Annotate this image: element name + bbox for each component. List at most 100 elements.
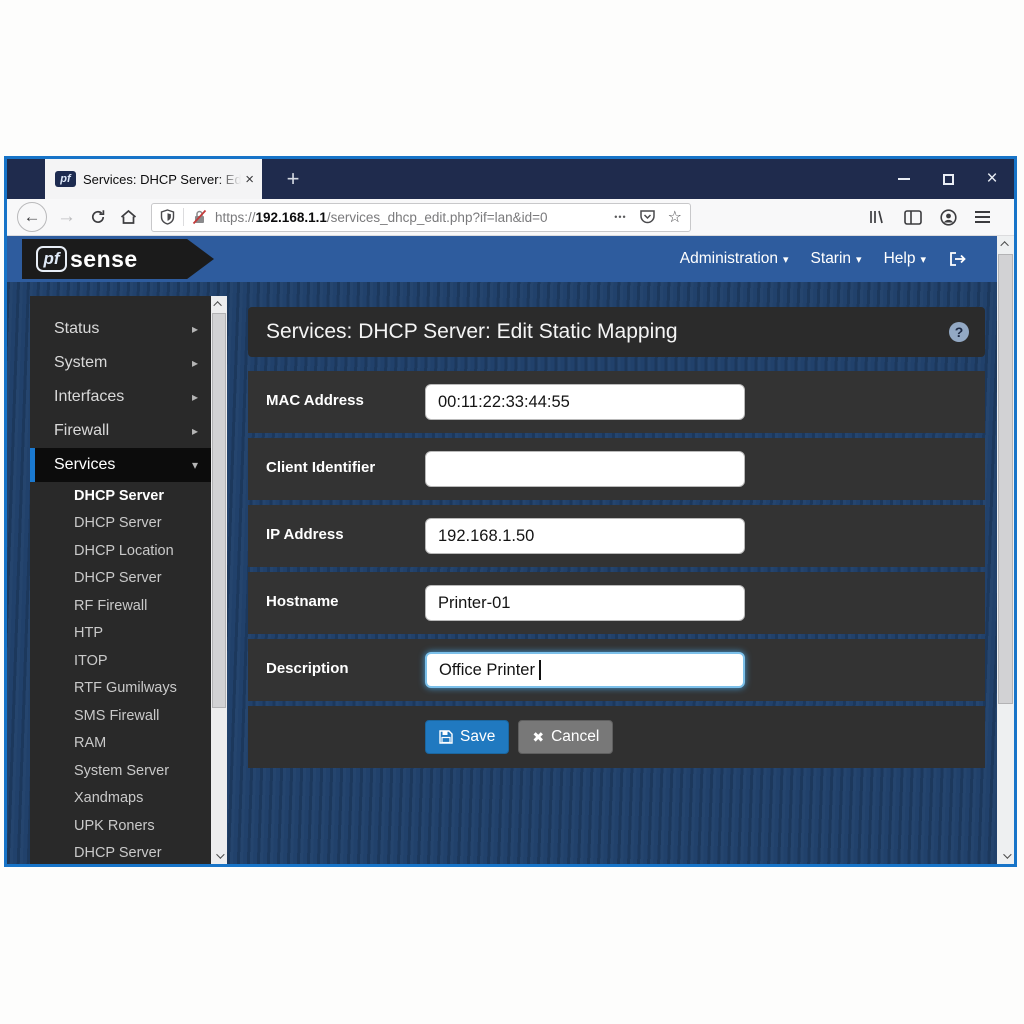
- page-scrollbar[interactable]: [997, 236, 1014, 864]
- minimize-button[interactable]: [882, 159, 926, 199]
- chevron-right-icon: ▸: [192, 322, 198, 336]
- url-bar[interactable]: https://192.168.1.1/services_dhcp_edit.p…: [151, 203, 691, 232]
- page-actions: ••• ☆: [614, 207, 682, 227]
- new-tab-button[interactable]: +: [278, 164, 308, 194]
- sidebar-subitem[interactable]: RAM: [30, 730, 211, 758]
- form-row-hostname: Hostname: [248, 572, 985, 634]
- sidebar-subitem[interactable]: ITOP: [30, 647, 211, 675]
- sidebar-subitem[interactable]: UPK Roners: [30, 812, 211, 840]
- scrollbar-thumb[interactable]: [998, 254, 1013, 704]
- chevron-right-icon: ▸: [192, 356, 198, 370]
- sidebar-subitem[interactable]: HTP: [30, 620, 211, 648]
- hostname-field[interactable]: [425, 585, 745, 621]
- toolbar-right-icons: [868, 209, 1004, 226]
- chevron-down-icon: ▾: [783, 253, 789, 266]
- sidebar: Status▸ System▸ Interfaces▸ Firewall▸ Se…: [30, 296, 211, 864]
- sidebar-subitem[interactable]: Xandmaps: [30, 785, 211, 813]
- mac-address-label: MAC Address: [266, 392, 364, 409]
- close-window-button[interactable]: ×: [970, 159, 1014, 199]
- sidebar-item-status[interactable]: Status▸: [30, 312, 211, 346]
- sidebar-subitem[interactable]: DHCP Server: [30, 482, 211, 510]
- page-body: Status▸ System▸ Interfaces▸ Firewall▸ Se…: [7, 282, 1014, 864]
- x-icon: ✖: [532, 729, 544, 746]
- text-cursor: [539, 660, 541, 680]
- sidebar-item-services[interactable]: Services▾: [30, 448, 211, 482]
- reload-button[interactable]: [90, 209, 106, 225]
- sidebar-subitem[interactable]: SMS Firewall: [30, 702, 211, 730]
- client-identifier-field[interactable]: [425, 451, 745, 487]
- pfsense-navbar: pf sense Administration▾ Starin▾ Help▾: [7, 236, 1014, 282]
- scroll-up-icon[interactable]: [997, 236, 1014, 252]
- pfsense-logo[interactable]: pf sense: [22, 239, 214, 279]
- menu-starin[interactable]: Starin▾: [811, 250, 862, 268]
- client-identifier-label: Client Identifier: [266, 459, 375, 476]
- bookmark-star-icon[interactable]: ☆: [668, 207, 682, 227]
- page-actions-icon[interactable]: •••: [614, 212, 626, 222]
- save-button[interactable]: Save: [425, 720, 509, 754]
- page-title: Services: DHCP Server: Edit Static Mappi…: [248, 320, 678, 344]
- scrollbar-thumb[interactable]: [212, 313, 226, 708]
- sidebar-scrollbar[interactable]: [211, 296, 227, 864]
- tab-title: Services: DHCP Server: Edit S: [83, 172, 241, 187]
- navbar-menus: Administration▾ Starin▾ Help▾: [680, 236, 967, 282]
- help-icon[interactable]: ?: [949, 322, 969, 342]
- mac-address-field[interactable]: [425, 384, 745, 420]
- brand-name: sense: [70, 246, 138, 273]
- account-icon[interactable]: [940, 209, 957, 226]
- pocket-icon[interactable]: [639, 209, 656, 225]
- cancel-button[interactable]: ✖ Cancel: [518, 720, 613, 754]
- form-footer: Save ✖ Cancel: [248, 706, 985, 768]
- page-title-panel: Services: DHCP Server: Edit Static Mappi…: [248, 307, 985, 357]
- browser-tab[interactable]: pf Services: DHCP Server: Edit S ×: [45, 159, 262, 199]
- sidebar-toggle-icon[interactable]: [904, 210, 922, 225]
- hostname-label: Hostname: [266, 593, 339, 610]
- form-row-ip-address: IP Address: [248, 505, 985, 567]
- chevron-down-icon: ▾: [856, 253, 862, 266]
- menu-hamburger-icon[interactable]: [975, 211, 990, 223]
- sidebar-subitem[interactable]: DHCP Server: [30, 565, 211, 593]
- sidebar-subitem[interactable]: RF Firewall: [30, 592, 211, 620]
- tab-close-icon[interactable]: ×: [245, 171, 254, 188]
- static-mapping-form: MAC Address Client Identifier IP Address…: [248, 371, 985, 768]
- sidebar-subitem[interactable]: RTF Gumilways: [30, 675, 211, 703]
- sidebar-item-system[interactable]: System▸: [30, 346, 211, 380]
- scroll-down-icon[interactable]: [211, 848, 227, 864]
- forward-button[interactable]: →: [57, 206, 76, 228]
- form-row-description: Description: [248, 639, 985, 701]
- floppy-disk-icon: [439, 730, 453, 744]
- sidebar-item-firewall[interactable]: Firewall▸: [30, 414, 211, 448]
- insecure-lock-icon[interactable]: [192, 209, 207, 225]
- home-button[interactable]: [120, 209, 137, 225]
- pf-logo-icon: pf: [36, 246, 67, 272]
- sidebar-subitem[interactable]: System Server: [30, 757, 211, 785]
- sidebar-subitem[interactable]: DHCP Server: [30, 840, 211, 865]
- url-text[interactable]: https://192.168.1.1/services_dhcp_edit.p…: [215, 210, 606, 225]
- chevron-down-icon: ▾: [920, 253, 926, 266]
- browser-toolbar: ← → https://192.168.1.1/services_dhcp_ed…: [7, 199, 1014, 236]
- logout-icon[interactable]: [948, 251, 967, 267]
- back-button[interactable]: ←: [17, 202, 47, 232]
- tab-bar: pf Services: DHCP Server: Edit S × + ×: [7, 159, 1014, 199]
- sidebar-subitem[interactable]: DHCP Location: [30, 537, 211, 565]
- form-row-client-identifier: Client Identifier: [248, 438, 985, 500]
- ip-address-label: IP Address: [266, 526, 344, 543]
- sidebar-item-interfaces[interactable]: Interfaces▸: [30, 380, 211, 414]
- chevron-right-icon: ▸: [192, 390, 198, 404]
- tracking-shield-icon[interactable]: [160, 209, 175, 225]
- menu-help[interactable]: Help▾: [884, 250, 926, 268]
- description-label: Description: [266, 660, 349, 677]
- maximize-button[interactable]: [926, 159, 970, 199]
- description-field[interactable]: [425, 652, 745, 688]
- menu-administration[interactable]: Administration▾: [680, 250, 789, 268]
- browser-window: pf Services: DHCP Server: Edit S × + × ←…: [4, 156, 1017, 867]
- url-divider: [183, 208, 184, 226]
- pfsense-favicon-icon: pf: [55, 171, 76, 187]
- window-controls: ×: [882, 159, 1014, 199]
- chevron-down-icon: ▾: [192, 458, 198, 472]
- scroll-down-icon[interactable]: [997, 848, 1014, 864]
- scroll-up-icon[interactable]: [211, 296, 227, 312]
- library-icon[interactable]: [868, 209, 886, 225]
- sidebar-subitem[interactable]: DHCP Server: [30, 510, 211, 538]
- form-row-mac-address: MAC Address: [248, 371, 985, 433]
- ip-address-field[interactable]: [425, 518, 745, 554]
